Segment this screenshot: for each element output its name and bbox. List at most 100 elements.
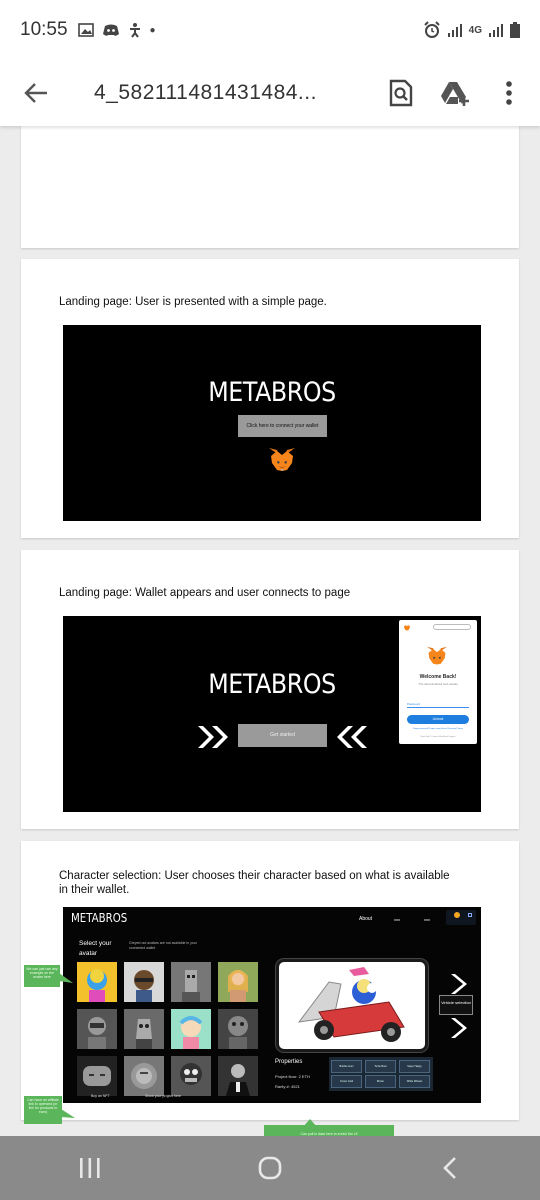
document-title: 4_582111481431484... (94, 81, 317, 104)
brand-title: METABROS (208, 377, 336, 408)
property-label: Bubble Gum (339, 1065, 354, 1068)
document-viewer[interactable]: Landing page: User is presented with a s… (0, 126, 540, 1136)
greyed-out-note: Greyed out avatars are not available in … (129, 941, 197, 950)
recent-apps-icon (80, 1158, 100, 1178)
avatar-nft-2[interactable] (124, 962, 164, 1002)
property-cell: Brown (365, 1075, 396, 1088)
avatar-nft-12[interactable] (218, 1056, 258, 1096)
search-document-icon (389, 79, 413, 107)
wallet-account-chip[interactable] (446, 910, 476, 925)
slide-caption: Landing page: Wallet appears and user co… (59, 587, 351, 599)
annotation-pointer-center (303, 1119, 317, 1127)
system-back-button[interactable] (420, 1143, 480, 1193)
annotation-note-bottom: Can have an affiliate link to opensea (o… (24, 1096, 62, 1124)
metamask-fox-icon (427, 646, 447, 665)
app-actions (384, 76, 526, 110)
status-bar: 10:55 ● 4G (0, 0, 540, 60)
more-vert-icon (506, 81, 512, 105)
battery-icon (510, 22, 520, 38)
avatar-nft-9[interactable] (77, 1056, 117, 1096)
annotation-note-center: Can pull in data here to enrich the UI (264, 1125, 394, 1136)
nav-link-2[interactable]: xxx (394, 917, 400, 922)
avatar-nft-4[interactable] (218, 962, 258, 1002)
network-pill[interactable] (433, 624, 471, 630)
avatar-grid (77, 962, 258, 1098)
page-character-selection: Character selection: User chooses their … (21, 841, 519, 1136)
popup-subtext: The decentralized web awaits (418, 682, 458, 686)
annotation-pointer-bottom (61, 1109, 75, 1118)
back-arrow-icon (24, 83, 47, 103)
properties-panel: Bubble Gum Turbo Boot Super Happy Crown … (329, 1057, 433, 1091)
popup-heading: Welcome Back! (419, 674, 457, 680)
show-project-link[interactable]: Show your project here (145, 1094, 181, 1098)
unlock-button[interactable]: Unlock (407, 715, 469, 724)
signal-strength-icon (447, 24, 462, 37)
avatar-nft-7[interactable] (171, 1009, 211, 1049)
find-in-document-button[interactable] (384, 76, 418, 110)
annotation-note-top: We can just use any example on the avata… (24, 965, 60, 987)
nav-about[interactable]: About (359, 916, 372, 922)
properties-title: Properties (275, 1059, 303, 1065)
image-notification-icon (77, 23, 94, 37)
annotation-pointer-top (59, 973, 73, 983)
kart-image (297, 967, 405, 1042)
slide-caption: Character selection: User chooses their … (59, 870, 450, 896)
slide-character-selection: METABROS About xxx xxx Select your avata… (63, 907, 481, 1103)
system-status-icons: 4G (423, 21, 520, 39)
rarity: Rarity #: 4521 (275, 1084, 300, 1089)
discord-notification-icon (102, 24, 119, 36)
get-started-button[interactable]: Get started (238, 724, 327, 747)
chevrons-left-icon (337, 726, 367, 748)
more-options-button[interactable] (492, 76, 526, 110)
page-landing: Landing page: User is presented with a s… (21, 259, 519, 538)
next-vehicle-icon[interactable] (448, 973, 468, 995)
home-button[interactable] (240, 1143, 300, 1193)
accessibility-notification-icon (129, 23, 140, 38)
slide-caption: Landing page: User is presented with a s… (59, 296, 327, 308)
metamask-fox-small-icon (404, 625, 410, 631)
next-vehicle-icon-2[interactable] (448, 1017, 468, 1039)
property-cell: White Wheels (399, 1075, 430, 1088)
back-button[interactable] (14, 71, 58, 115)
add-to-drive-icon (441, 82, 469, 106)
page-wallet-connect: Landing page: Wallet appears and user co… (21, 550, 519, 829)
property-label: White Wheels (406, 1080, 423, 1083)
project-floor: Project floor: 2 ETH (275, 1074, 310, 1079)
home-icon (258, 1156, 282, 1180)
metamask-popup: Welcome Back! The decentralized web awai… (399, 620, 477, 744)
account-avatar (454, 912, 460, 918)
property-cell: Crown Gold (331, 1075, 362, 1088)
avatar-nft-5[interactable] (77, 1009, 117, 1049)
recent-apps-button[interactable] (60, 1143, 120, 1193)
alarm-icon (423, 21, 440, 38)
property-label: Brown (376, 1080, 385, 1083)
connect-wallet-button[interactable]: Click here to connect your wallet (238, 415, 327, 437)
slide-wallet-connect: METABROS Get started Welcome Back! The d… (63, 616, 481, 812)
avatar-nft-3[interactable] (171, 962, 211, 1002)
avatar-nft-6[interactable] (124, 1009, 164, 1049)
property-cell: Bubble Gum (331, 1060, 362, 1073)
network-type: 4G (468, 24, 482, 36)
account-status-icon (468, 913, 472, 917)
avatar-nft-8[interactable] (218, 1009, 258, 1049)
buy-nft-link[interactable]: Buy an NFT (91, 1094, 110, 1098)
nav-link-3[interactable]: xxx (424, 917, 430, 922)
password-field[interactable] (407, 707, 469, 708)
chevrons-right-icon (198, 726, 228, 748)
brand-logo: METABROS (71, 911, 128, 925)
system-navigation-bar (0, 1136, 540, 1200)
avatar-nft-10[interactable] (124, 1056, 164, 1096)
more-notifications-dot-icon: ● (149, 24, 156, 36)
avatar-nft-11[interactable] (171, 1056, 211, 1096)
notification-icons: ● (77, 22, 156, 38)
support-link[interactable]: Need help? Contact MetaMask Support (401, 736, 475, 739)
forgot-password-link[interactable]: Forgot password? Import using Secret Rec… (401, 728, 475, 731)
add-to-drive-button[interactable] (438, 76, 472, 110)
property-label: Turbo Boot (374, 1065, 387, 1068)
vehicle-preview (275, 958, 429, 1053)
slide-landing: METABROS Click here to connect your wall… (63, 325, 481, 521)
vehicle-selection-button[interactable]: Vehicle selection (439, 995, 473, 1015)
property-cell: Turbo Boot (365, 1060, 396, 1073)
avatar-nft-1[interactable] (77, 962, 117, 1002)
property-label: Crown Gold (339, 1080, 354, 1083)
